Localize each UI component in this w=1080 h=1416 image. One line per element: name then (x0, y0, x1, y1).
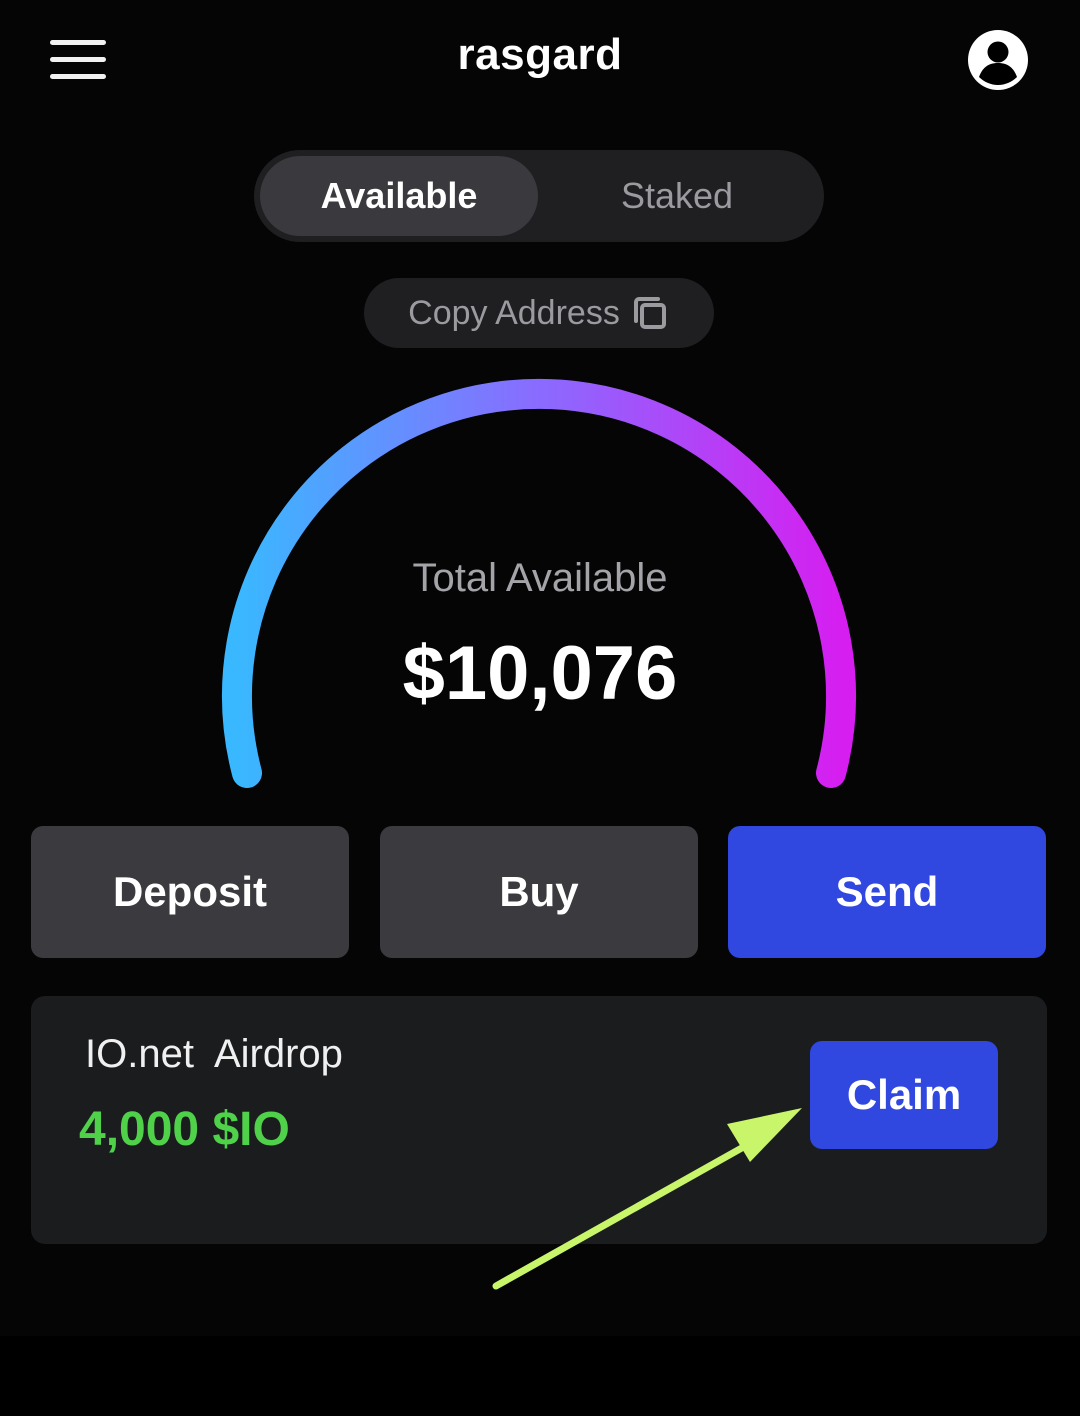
copy-address-button[interactable]: Copy Address (364, 278, 714, 348)
menu-line (50, 40, 106, 45)
send-button[interactable]: Send (728, 826, 1046, 958)
airdrop-title: IO.net Airdrop (85, 1032, 343, 1076)
bottom-bar (0, 1336, 1080, 1416)
user-avatar-icon[interactable] (966, 28, 1030, 92)
app-title: rasgard (457, 30, 623, 79)
total-available-label: Total Available (412, 556, 668, 600)
copy-address-label: Copy Address (408, 293, 620, 332)
total-available-value: $10,076 (402, 631, 678, 716)
menu-line (50, 57, 106, 62)
claim-button[interactable]: Claim (810, 1041, 998, 1149)
wallet-screen: rasgard Available Staked Copy Address To… (0, 0, 1080, 1336)
airdrop-card: IO.net Airdrop 4,000 $IO Claim (31, 996, 1047, 1244)
tab-staked[interactable]: Staked (538, 156, 816, 236)
deposit-button[interactable]: Deposit (31, 826, 349, 958)
menu-line (50, 74, 106, 79)
airdrop-amount: 4,000 $IO (79, 1103, 290, 1156)
tab-available[interactable]: Available (260, 156, 538, 236)
balance-tab-switch: Available Staked (254, 150, 824, 242)
buy-button[interactable]: Buy (380, 826, 698, 958)
hamburger-menu-icon[interactable] (50, 38, 108, 82)
copy-icon (633, 297, 666, 329)
